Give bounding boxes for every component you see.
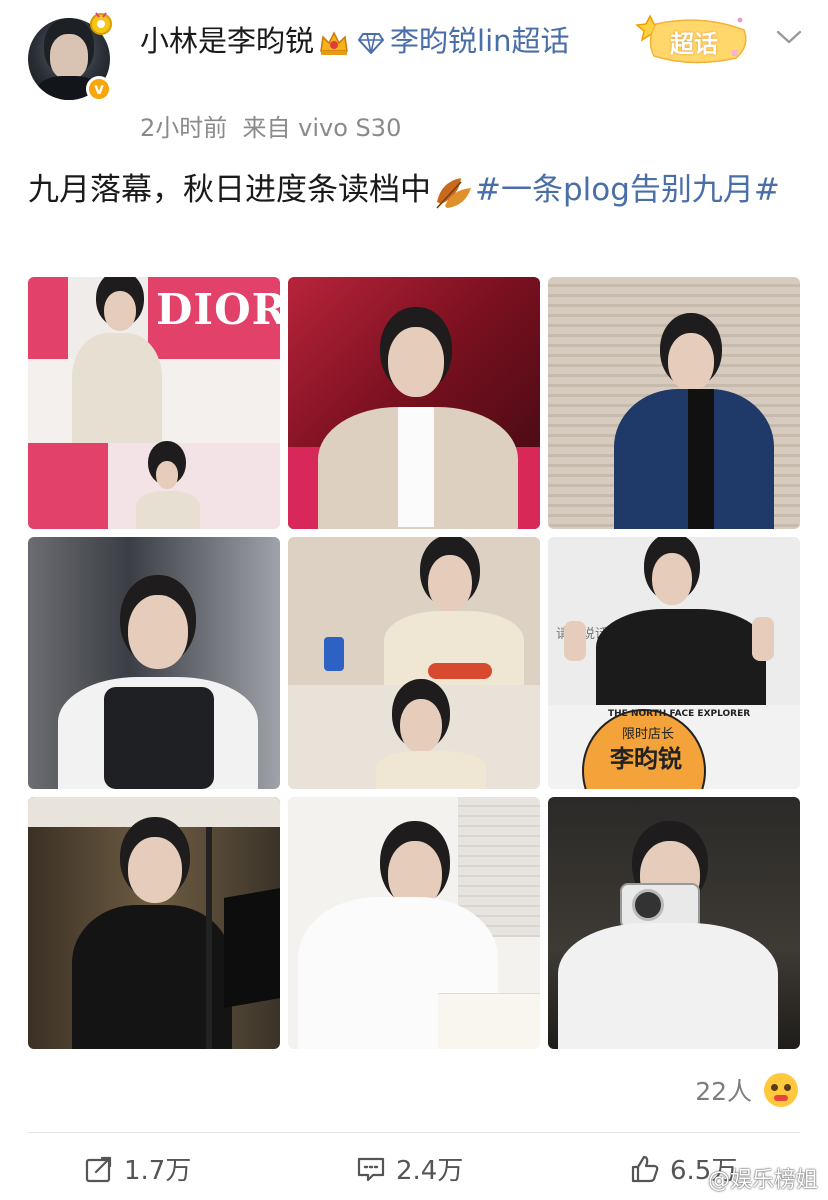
supertopic-link[interactable]: 李昀锐lin超话 [390, 24, 570, 58]
likers-count: 22人 [695, 1077, 752, 1106]
repost-button[interactable]: 1.7万 [84, 1150, 191, 1187]
chaohua-label: 超话 [670, 30, 718, 58]
emoji-icon [764, 1073, 798, 1107]
likers-summary[interactable]: 22人 [695, 1072, 798, 1108]
photo-1[interactable]: DIOR [28, 277, 280, 529]
north-face-text: THE NORTH FACE EXPLORER [608, 709, 751, 719]
repost-icon [85, 1156, 112, 1182]
post-time: 2小时前 [140, 114, 228, 142]
photo-grid: DIOR 请…说话 [28, 277, 800, 1049]
watermark-text: @娱乐榜姐 [707, 1168, 818, 1193]
crown-icon [320, 31, 348, 55]
photo-2[interactable] [288, 277, 540, 529]
photo-9[interactable] [548, 797, 800, 1049]
hashtag-link[interactable]: #一条plog告别九月# [475, 172, 780, 208]
photo-5[interactable] [288, 537, 540, 789]
photo-7[interactable] [28, 797, 280, 1049]
post-source: 来自 vivo S30 [242, 114, 402, 142]
comment-button[interactable]: 2.4万 [356, 1150, 463, 1187]
author-line: 小林是李昀锐 李昀锐lin超话 [140, 22, 620, 60]
post-body: 九月落幕，秋日进度条读档中 [28, 172, 431, 208]
chaohua-button[interactable]: 超话 [632, 10, 756, 68]
author-avatar[interactable]: v [28, 12, 112, 102]
username[interactable]: 小林是李昀锐 [140, 24, 314, 58]
post-meta: 2小时前 来自 vivo S30 [140, 108, 401, 143]
leaf-icon [436, 177, 471, 209]
avatar-badge-icon [90, 12, 112, 35]
post-text: 九月落幕，秋日进度条读档中 #一条plog告别九月# [28, 166, 800, 214]
comment-icon [357, 1157, 385, 1181]
photo-8[interactable] [288, 797, 540, 1049]
divider [28, 1132, 800, 1133]
photo-4[interactable] [28, 537, 280, 789]
comment-count: 2.4万 [396, 1156, 464, 1186]
like-icon [631, 1155, 659, 1182]
verified-badge-icon: v [86, 76, 112, 102]
photo-6[interactable]: 请…说话 THE NORTH FACE EXPLORER 限时店长 李昀锐 [548, 537, 800, 789]
diamond-icon [358, 33, 385, 54]
chevron-down-icon[interactable] [776, 28, 802, 46]
watermark: @娱乐榜姐 [708, 1162, 818, 1194]
photo-3[interactable] [548, 277, 800, 529]
store-name: 李昀锐 [610, 745, 682, 773]
dior-sign: DIOR [156, 285, 280, 334]
repost-count: 1.7万 [124, 1156, 192, 1186]
